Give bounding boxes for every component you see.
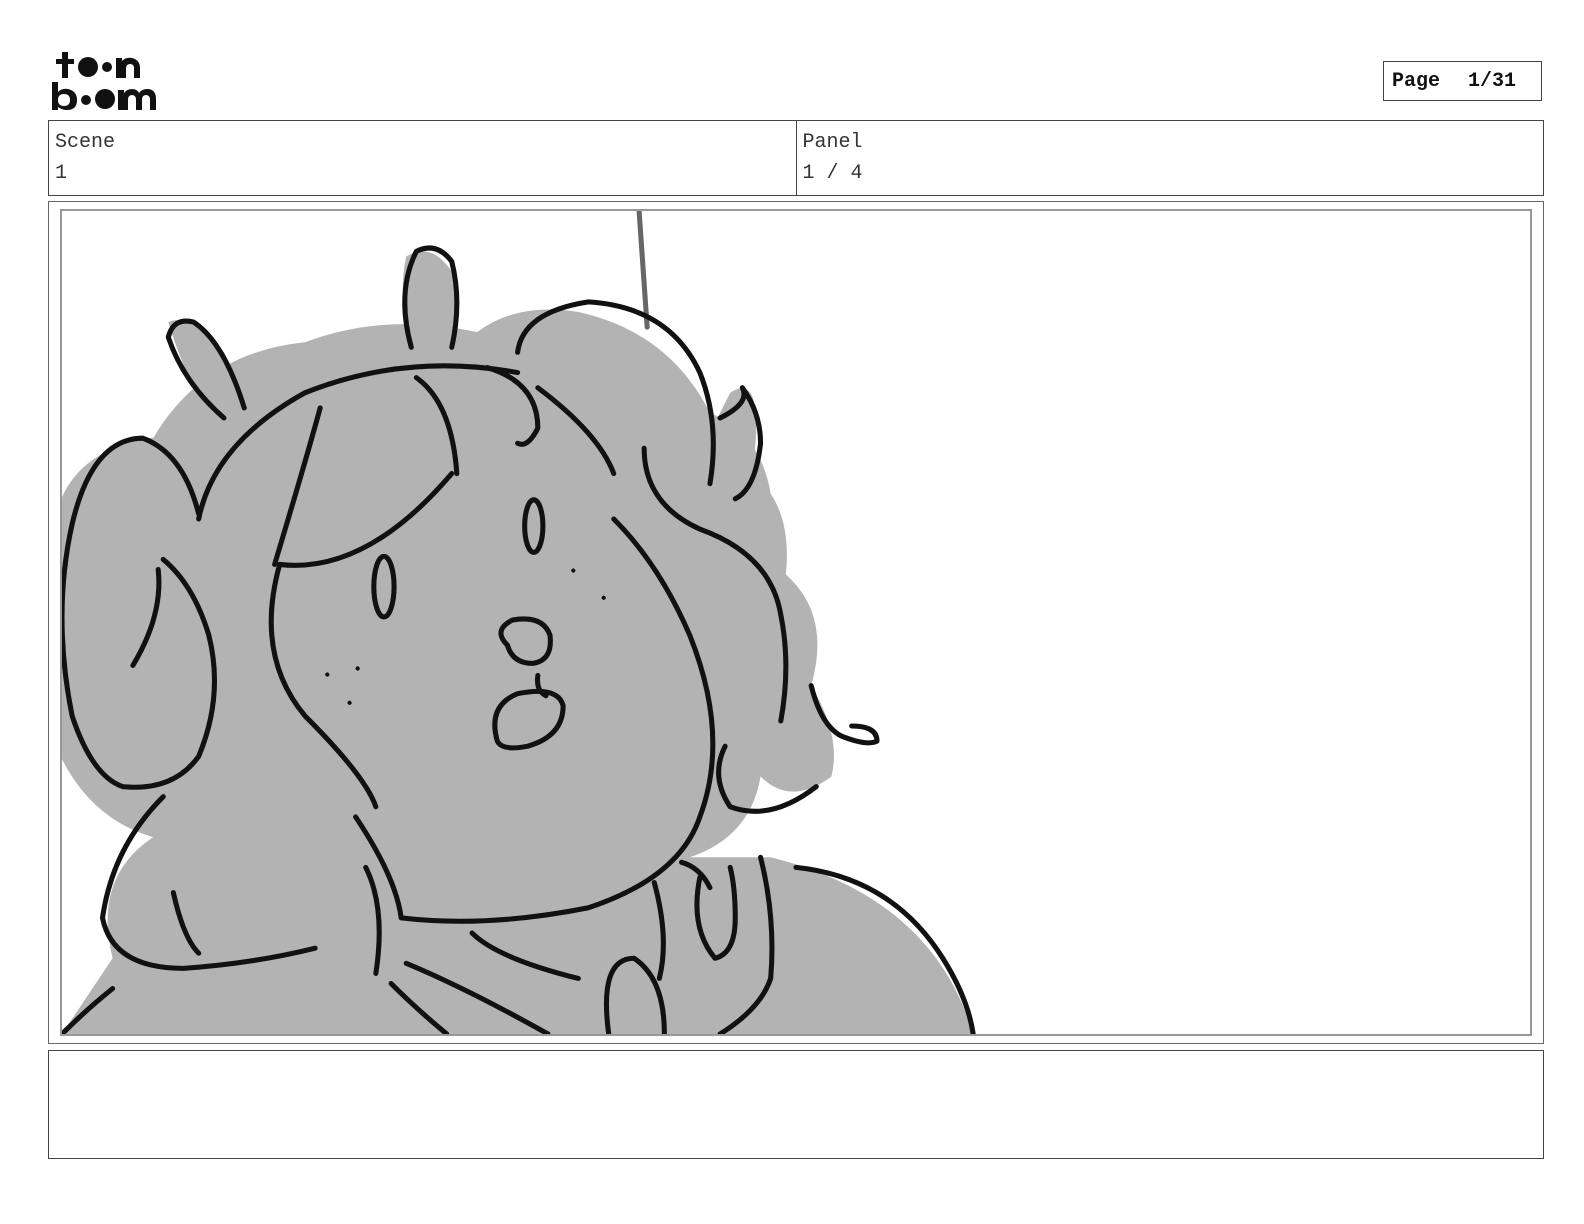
panel-value: 1 / 4 [802,162,863,185]
page-indicator: Page 1/31 [1383,61,1542,101]
scene-label: Scene [55,131,116,154]
page-number: 1/31 [1468,69,1517,93]
toonboom-logo [52,50,164,112]
scene-value: 1 [55,162,68,185]
scene-panel-header: Scene 1 Panel 1 / 4 [48,120,1544,196]
character-sketch-icon [62,211,976,1034]
scene-cell: Scene 1 [49,121,796,195]
panel-label: Panel [802,131,863,154]
panel-drawing-area [60,209,1532,1036]
panel-notes [48,1050,1544,1159]
panel-cell: Panel 1 / 4 [795,121,1544,195]
storyboard-panel [48,201,1544,1044]
toonboom-logo-icon [52,52,156,110]
page-label: Page [1392,69,1441,93]
